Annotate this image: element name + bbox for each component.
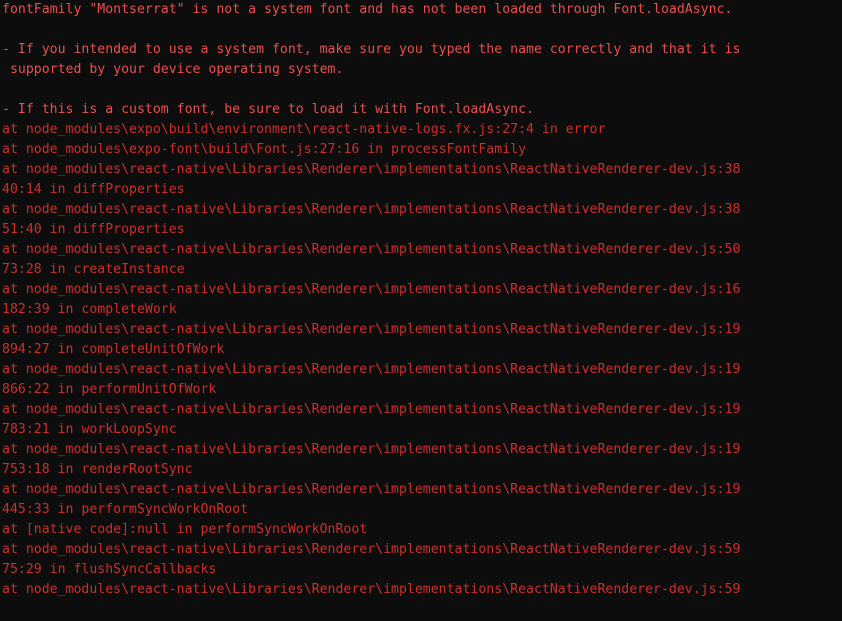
stack-frame-line: 40:14 in diffProperties — [2, 182, 185, 197]
error-message-line: - If this is a custom font, be sure to l… — [2, 102, 534, 117]
stack-frame-line: at node_modules\react-native\Libraries\R… — [2, 202, 741, 217]
error-message-spacer — [2, 80, 842, 100]
stack-frame-line: at node_modules\react-native\Libraries\R… — [2, 542, 741, 557]
stack-frame-line: at node_modules\react-native\Libraries\R… — [2, 582, 741, 597]
stack-frame-line: 73:28 in createInstance — [2, 262, 185, 277]
stack-frame-line: 894:27 in completeUnitOfWork — [2, 342, 225, 357]
error-message-block: fontFamily "Montserrat" is not a system … — [2, 0, 842, 120]
error-message-spacer — [2, 20, 842, 40]
stack-frame-line: 783:21 in workLoopSync — [2, 422, 177, 437]
stack-frame-line: at node_modules\react-native\Libraries\R… — [2, 242, 741, 257]
stack-frame-line: at node_modules\react-native\Libraries\R… — [2, 282, 741, 297]
error-message-line: supported by your device operating syste… — [2, 62, 344, 77]
stack-frame-line: at node_modules\react-native\Libraries\R… — [2, 162, 741, 177]
stack-trace-block: at node_modules\expo\build\environment\r… — [2, 120, 842, 600]
stack-frame-line: at [native code]:null in performSyncWork… — [2, 522, 368, 537]
error-message-line: fontFamily "Montserrat" is not a system … — [2, 2, 733, 17]
stack-frame-line: at node_modules\react-native\Libraries\R… — [2, 402, 741, 417]
stack-frame-line: at node_modules\react-native\Libraries\R… — [2, 482, 741, 497]
stack-frame-line: 75:29 in flushSyncCallbacks — [2, 562, 217, 577]
stack-frame-line: at node_modules\react-native\Libraries\R… — [2, 322, 741, 337]
error-message-line: - If you intended to use a system font, … — [2, 42, 741, 57]
stack-frame-line: at node_modules\expo\build\environment\r… — [2, 122, 606, 137]
stack-frame-line: 51:40 in diffProperties — [2, 222, 185, 237]
stack-frame-line: at node_modules\react-native\Libraries\R… — [2, 362, 741, 377]
stack-frame-line: 866:22 in performUnitOfWork — [2, 382, 217, 397]
stack-frame-line: at node_modules\expo-font\build\Font.js:… — [2, 142, 527, 157]
stack-frame-line: 182:39 in completeWork — [2, 302, 177, 317]
stack-frame-line: 753:18 in renderRootSync — [2, 462, 193, 477]
stack-frame-line: at node_modules\react-native\Libraries\R… — [2, 442, 741, 457]
error-console: fontFamily "Montserrat" is not a system … — [0, 0, 842, 621]
stack-frame-line: 445:33 in performSyncWorkOnRoot — [2, 502, 249, 517]
